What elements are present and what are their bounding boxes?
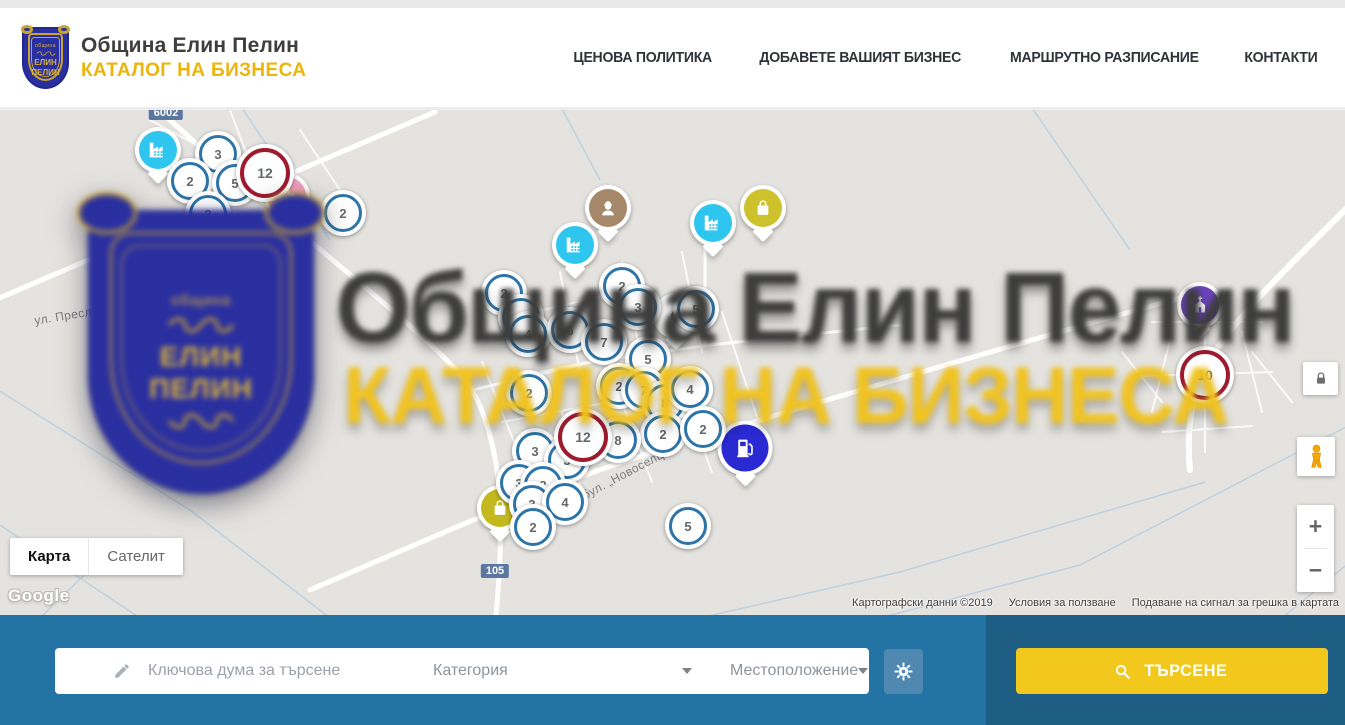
cluster-marker-5[interactable]: 5 <box>665 503 711 549</box>
cluster-marker-2[interactable]: 2 <box>640 411 686 457</box>
map-type-control: Карта Сателит <box>10 538 183 575</box>
search-panel: Категория Местоположение ТЪРСЕНЕ <box>0 615 1345 725</box>
crest-ornament <box>36 51 56 56</box>
advanced-settings-button[interactable] <box>884 649 923 694</box>
cluster-marker-2[interactable]: 2 <box>320 190 366 236</box>
nav-item-1[interactable]: ЦЕНОВА ПОЛИТИКА <box>573 49 712 66</box>
crest-scroll-right <box>58 25 70 34</box>
satellite-view-button[interactable]: Сателит <box>88 538 183 575</box>
map-attribution: Картографски данни ©2019 Условия за полз… <box>852 597 1339 609</box>
location-select[interactable]: Местоположение <box>712 648 888 694</box>
lock-icon <box>1313 371 1329 387</box>
site-logo[interactable]: община ЕЛИН ПЕЛИН Община Елин Пелин КАТА… <box>22 27 306 89</box>
crest-top-text: община <box>35 43 56 49</box>
street-view-pegman-button[interactable] <box>1297 437 1335 476</box>
cluster-marker-2[interactable]: 2 <box>506 370 552 416</box>
cluster-marker-10[interactable]: 10 <box>1176 346 1234 404</box>
cluster-marker-2[interactable]: 2 <box>510 504 556 550</box>
factory-pin[interactable] <box>690 200 736 246</box>
site-header: община ЕЛИН ПЕЛИН Община Елин Пелин КАТА… <box>0 8 1345 110</box>
cluster-marker-4[interactable]: 4 <box>667 366 713 412</box>
cluster-marker-12[interactable]: 12 <box>554 408 612 466</box>
pencil-icon <box>113 662 131 680</box>
cluster-marker-2[interactable]: 2 <box>185 191 231 237</box>
cluster-marker-4[interactable]: 4 <box>505 311 551 357</box>
pegman-icon <box>1303 443 1330 470</box>
page-subtitle: КАТАЛОГ НА БИЗНЕСА <box>81 60 306 82</box>
cluster-marker-7[interactable]: 7 <box>581 319 627 365</box>
search-icon <box>1114 663 1131 680</box>
title-block: Община Елин Пелин КАТАЛОГ НА БИЗНЕСА <box>81 34 306 82</box>
worker-pin[interactable] <box>585 185 631 231</box>
shopping-bag-pin[interactable] <box>740 185 786 231</box>
zoom-in-button[interactable]: + <box>1297 505 1334 548</box>
municipality-crest-logo: община ЕЛИН ПЕЛИН <box>22 27 69 89</box>
keyword-search-input[interactable] <box>146 661 350 681</box>
nav-item-4[interactable]: КОНТАКТИ <box>1245 49 1318 66</box>
chevron-down-icon <box>682 668 692 674</box>
page-title: Община Елин Пелин <box>81 34 306 58</box>
cluster-marker-2[interactable]: 2 <box>680 406 726 452</box>
gear-icon <box>893 661 914 682</box>
keyword-section <box>55 648 415 694</box>
page: община ЕЛИН ПЕЛИН Община Елин Пелин КАТА… <box>0 0 1345 725</box>
search-button[interactable]: ТЪРСЕНЕ <box>1016 648 1328 694</box>
google-logo[interactable]: Google <box>8 586 70 606</box>
map-view-button[interactable]: Карта <box>10 538 88 575</box>
chevron-down-icon <box>858 668 868 674</box>
cluster-marker-12[interactable]: 12 <box>236 144 294 202</box>
terms-of-use-link[interactable]: Условия за ползване <box>1009 597 1116 609</box>
zoom-out-button[interactable]: − <box>1297 549 1334 592</box>
attribution-copyright: Картографски данни ©2019 <box>852 597 993 609</box>
page-top-strip <box>0 0 1345 8</box>
lock-button[interactable] <box>1303 362 1338 395</box>
map-canvas[interactable]: 6002105ул. Преславбул. „Новоселци“ 32512… <box>0 110 1345 615</box>
nav-item-2[interactable]: ДОБАВЕТЕ ВАШИЯТ БИЗНЕС <box>759 49 961 66</box>
main-nav: ЦЕНОВА ПОЛИТИКА ДОБАВЕТЕ ВАШИЯТ БИЗНЕС МАР… <box>569 8 1320 107</box>
nav-item-3[interactable]: МАРШРУТНО РАЗПИСАНИЕ <box>1010 49 1199 66</box>
crest-scroll-left <box>21 25 33 34</box>
zoom-control: + − <box>1297 505 1334 592</box>
cluster-marker-5[interactable]: 5 <box>673 286 719 332</box>
cluster-marker-3[interactable]: 3 <box>615 284 661 330</box>
category-select[interactable]: Категория <box>415 648 712 694</box>
map-markers-layer: 325122223423567522784221283338342510 <box>0 110 1345 615</box>
factory-pin[interactable] <box>552 222 598 268</box>
report-map-error-link[interactable]: Подаване на сигнал за грешка в картата <box>1132 597 1339 609</box>
category-select-value: Категория <box>433 662 508 680</box>
crest-name-text: ЕЛИН ПЕЛИН <box>31 58 59 77</box>
search-button-label: ТЪРСЕНЕ <box>1144 661 1227 681</box>
church-pin[interactable] <box>1177 282 1223 328</box>
location-select-value: Местоположение <box>730 662 858 680</box>
search-bar: Категория Местоположение <box>55 648 869 694</box>
